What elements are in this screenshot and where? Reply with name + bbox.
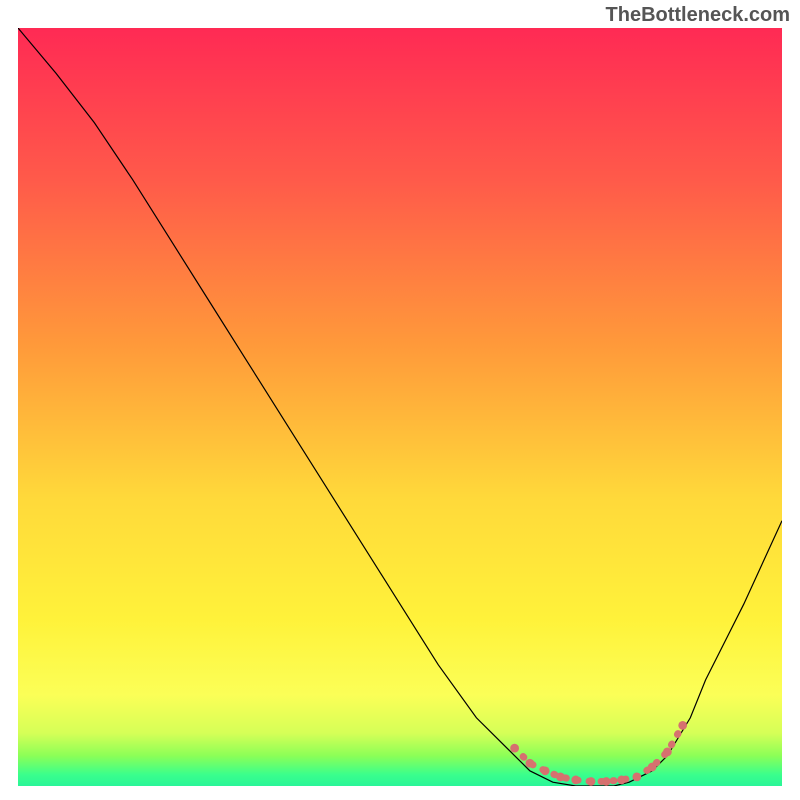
marker-point	[678, 721, 687, 730]
plot-area	[18, 28, 782, 786]
chart-svg	[18, 28, 782, 786]
watermark-text: TheBottleneck.com	[606, 4, 790, 27]
gradient-background	[18, 28, 782, 786]
chart-container: TheBottleneck.com	[0, 0, 800, 800]
